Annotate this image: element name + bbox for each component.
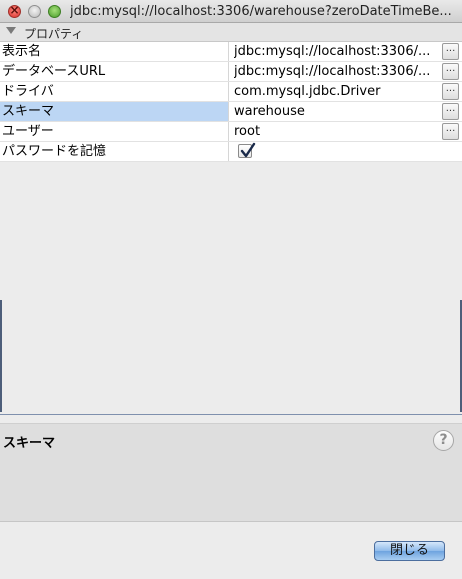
window-edge-left xyxy=(0,300,2,412)
remember-password-checkbox[interactable] xyxy=(238,142,256,158)
description-splitter[interactable] xyxy=(0,414,462,424)
property-name: パスワードを記憶 xyxy=(0,142,229,161)
property-row-driver[interactable]: ドライバ com.mysql.jdbc.Driver ... xyxy=(0,82,462,102)
category-header[interactable]: プロパティ xyxy=(0,23,462,42)
minimize-window-icon[interactable] xyxy=(28,5,41,18)
property-value[interactable]: root xyxy=(234,122,440,141)
properties-window: jdbc:mysql://localhost:3306/warehouse?ze… xyxy=(0,0,462,579)
title-bar[interactable]: jdbc:mysql://localhost:3306/warehouse?ze… xyxy=(0,0,462,23)
property-value[interactable]: warehouse xyxy=(234,102,440,121)
edit-user-button[interactable]: ... xyxy=(442,123,459,140)
property-row-remember-password[interactable]: パスワードを記憶 xyxy=(0,142,462,162)
property-name: ドライバ xyxy=(0,82,229,101)
edit-display-name-button[interactable]: ... xyxy=(442,43,459,60)
property-name: データベースURL xyxy=(0,62,229,81)
property-row-display-name[interactable]: 表示名 jdbc:mysql://localhost:3306/... ... xyxy=(0,42,462,62)
property-row-database-url[interactable]: データベースURL jdbc:mysql://localhost:3306/..… xyxy=(0,62,462,82)
property-sheet: 表示名 jdbc:mysql://localhost:3306/... ... … xyxy=(0,42,462,162)
property-row-schema[interactable]: スキーマ warehouse ... xyxy=(0,102,462,122)
edit-driver-button[interactable]: ... xyxy=(442,83,459,100)
property-row-user[interactable]: ユーザー root ... xyxy=(0,122,462,142)
edit-database-url-button[interactable]: ... xyxy=(442,63,459,80)
window-title: jdbc:mysql://localhost:3306/warehouse?ze… xyxy=(70,4,452,19)
collapse-triangle-icon[interactable] xyxy=(6,27,16,34)
description-title: スキーマ xyxy=(3,436,56,451)
property-value[interactable]: jdbc:mysql://localhost:3306/... xyxy=(234,42,440,61)
property-sheet-empty-area xyxy=(0,162,462,414)
description-panel: スキーマ ? xyxy=(0,424,462,522)
property-name: ユーザー xyxy=(0,122,229,141)
property-value[interactable]: jdbc:mysql://localhost:3306/... xyxy=(234,62,440,81)
category-label: プロパティ xyxy=(24,27,84,41)
property-value[interactable]: com.mysql.jdbc.Driver xyxy=(234,82,440,101)
property-name: 表示名 xyxy=(0,42,229,61)
edit-schema-button[interactable]: ... xyxy=(442,103,459,120)
help-icon[interactable]: ? xyxy=(433,430,454,451)
close-window-icon[interactable] xyxy=(8,3,21,18)
close-button[interactable]: 閉じる xyxy=(374,541,445,561)
property-name: スキーマ xyxy=(0,102,229,121)
dialog-footer: 閉じる xyxy=(0,522,462,579)
zoom-window-icon[interactable] xyxy=(48,5,61,18)
checkmark-icon xyxy=(240,142,256,158)
